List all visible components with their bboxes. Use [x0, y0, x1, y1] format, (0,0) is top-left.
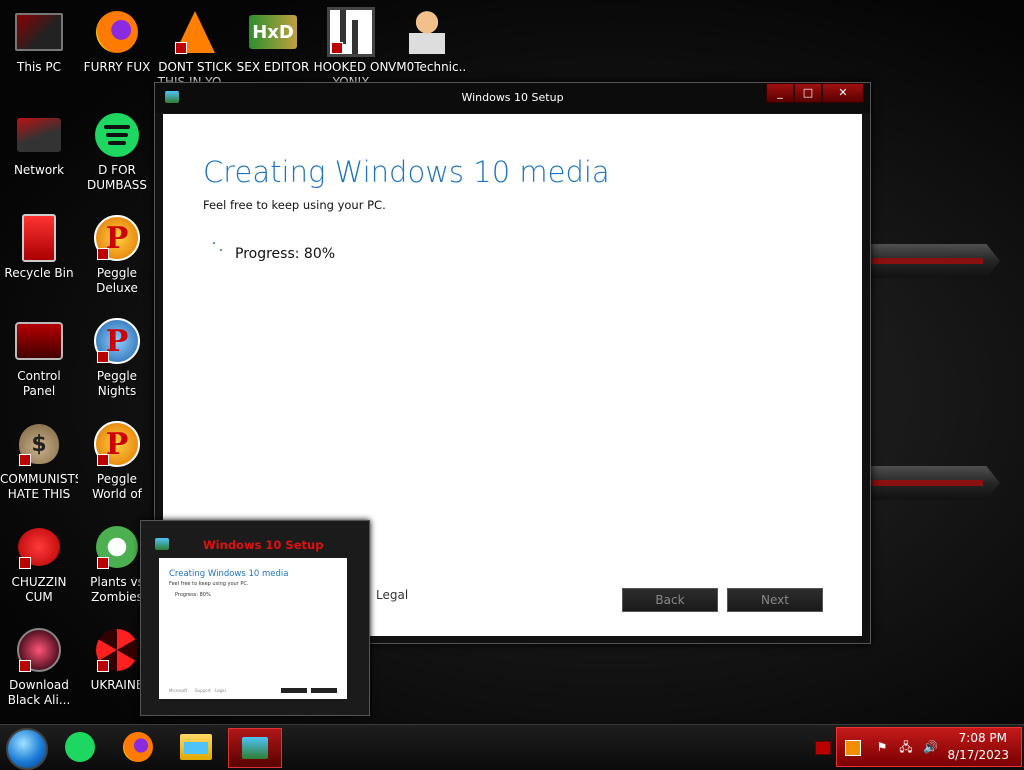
preview-subheading: Feel free to keep using your PC.	[169, 581, 249, 587]
page-subtitle: Feel free to keep using your PC.	[203, 198, 386, 212]
system-tray: ⚑ 🖧 🔊 7:08 PM 8/17/2023	[836, 727, 1022, 767]
control-panel-icon	[15, 317, 63, 365]
taskbar-item-file-explorer[interactable]	[172, 728, 220, 766]
spinner-icon	[211, 240, 227, 256]
shortcut-arrow-icon	[175, 42, 187, 54]
shortcut-arrow-icon	[19, 454, 31, 466]
show-hidden-icons-button[interactable]	[815, 741, 831, 755]
firefox-icon	[123, 732, 153, 762]
desktop-icon-d-for-dumbass[interactable]: D FOR DUMBASS	[78, 111, 156, 193]
hex-editor-icon: HxD	[249, 8, 297, 56]
desktop-icon-peggle-nights[interactable]: P Peggle Nights Deluxe	[78, 317, 156, 399]
shortcut-arrow-icon	[19, 660, 31, 672]
vlc-icon	[171, 8, 219, 56]
maze-game-icon	[327, 7, 375, 57]
desktop-icon-download-black[interactable]: Download Black Ali...	[0, 626, 78, 708]
desktop-icon-sex-editor[interactable]: HxD SEX EDITOR	[234, 8, 312, 75]
spotify-icon	[65, 732, 95, 762]
preview-footer-legal: Legal	[215, 688, 226, 693]
window-title: Windows 10 Setup	[461, 91, 564, 104]
shortcut-arrow-icon	[331, 42, 343, 54]
desktop-icon-hooked-on-yonix[interactable]: HOOKED ON YONIX	[312, 7, 390, 90]
desktop-icon-peggle-wow[interactable]: P Peggle World of Warcraft ...	[78, 420, 156, 502]
clock-date[interactable]: 8/17/2023	[947, 748, 1009, 762]
desktop-icon-peggle-deluxe[interactable]: P Peggle Deluxe	[78, 214, 156, 296]
desktop-icon-network[interactable]: Network	[0, 111, 78, 178]
desktop-icon-furry-fux[interactable]: FURRY FUX	[78, 8, 156, 75]
network-icon[interactable]: 🖧	[899, 740, 913, 754]
file-explorer-icon	[180, 734, 212, 760]
tray-app-icon[interactable]	[845, 740, 861, 756]
progress-indicator: Progress: 80%	[211, 240, 335, 262]
chuzzle-icon	[15, 523, 63, 571]
next-button[interactable]: Next	[727, 588, 823, 612]
money-bag-icon: $	[15, 420, 63, 468]
shortcut-arrow-icon	[97, 248, 109, 260]
plants-vs-zombies-icon	[93, 523, 141, 571]
desktop-icon-dont-stick[interactable]: DONT STICK THIS IN YO...	[156, 8, 234, 90]
maximize-button[interactable]: □	[794, 83, 822, 103]
peggle-wow-icon: P	[93, 420, 141, 468]
desktop-icon-control-panel[interactable]: Control Panel	[0, 317, 78, 399]
desktop-icon-chuzzin[interactable]: CHUZZIN CUM	[0, 523, 78, 605]
preview-thumbnail[interactable]: Creating Windows 10 media Feel free to k…	[159, 558, 347, 699]
volume-icon[interactable]: 🔊	[923, 740, 938, 754]
peggle-nights-icon: P	[93, 317, 141, 365]
preview-progress-text: Progress: 80%	[175, 592, 211, 598]
clock-time[interactable]: 7:08 PM	[959, 731, 1007, 745]
doctor-icon	[403, 8, 451, 56]
window-controls: _ □ ✕	[766, 83, 864, 103]
page-title: Creating Windows 10 media	[203, 155, 610, 189]
close-button[interactable]: ✕	[822, 83, 864, 103]
desktop-icon-this-pc[interactable]: This PC	[0, 8, 78, 75]
back-button[interactable]: Back	[622, 588, 718, 612]
legal-link[interactable]: Legal	[376, 588, 408, 602]
taskbar-item-windows-setup[interactable]	[228, 728, 282, 768]
download-app-icon	[15, 626, 63, 674]
shortcut-arrow-icon	[97, 351, 109, 363]
desktop-icon-recycle-bin[interactable]: Recycle Bin	[0, 214, 78, 281]
shortcut-arrow-icon	[19, 557, 31, 569]
taskbar-thumbnail-preview[interactable]: Windows 10 Setup Creating Windows 10 med…	[140, 520, 370, 716]
computer-icon	[15, 8, 63, 56]
radiation-icon	[93, 626, 141, 674]
preview-footer-brand: Microsoft	[169, 688, 188, 693]
minimize-button[interactable]: _	[766, 83, 794, 103]
desktop-icon-vm0technic[interactable]: VM0Technic...	[388, 8, 466, 75]
shortcut-arrow-icon	[97, 557, 109, 569]
setup-app-icon	[155, 538, 169, 550]
spotify-icon	[93, 111, 141, 159]
firefox-icon	[93, 8, 141, 56]
preview-title: Windows 10 Setup	[203, 538, 324, 552]
windows-setup-icon	[242, 737, 268, 759]
taskbar-item-spotify[interactable]	[56, 728, 104, 766]
shortcut-arrow-icon	[97, 660, 109, 672]
shortcut-arrow-icon	[97, 454, 109, 466]
taskbar-item-firefox[interactable]	[114, 728, 162, 766]
network-icon	[15, 111, 63, 159]
taskbar: ⚑ 🖧 🔊 7:08 PM 8/17/2023	[0, 724, 1024, 770]
progress-text: Progress: 80%	[235, 246, 336, 262]
preview-back-button	[281, 688, 307, 693]
start-button[interactable]	[6, 728, 48, 770]
preview-footer-support: Support	[195, 688, 211, 693]
recycle-bin-icon	[15, 214, 63, 262]
window-titlebar[interactable]: Windows 10 Setup _ □ ✕	[155, 83, 870, 113]
flag-icon[interactable]: ⚑	[875, 740, 889, 754]
peggle-icon: P	[93, 214, 141, 262]
preview-next-button	[311, 688, 337, 693]
desktop-icon-communists[interactable]: $ COMMUNISTS HATE THIS G...	[0, 420, 78, 502]
preview-heading: Creating Windows 10 media	[169, 569, 289, 579]
